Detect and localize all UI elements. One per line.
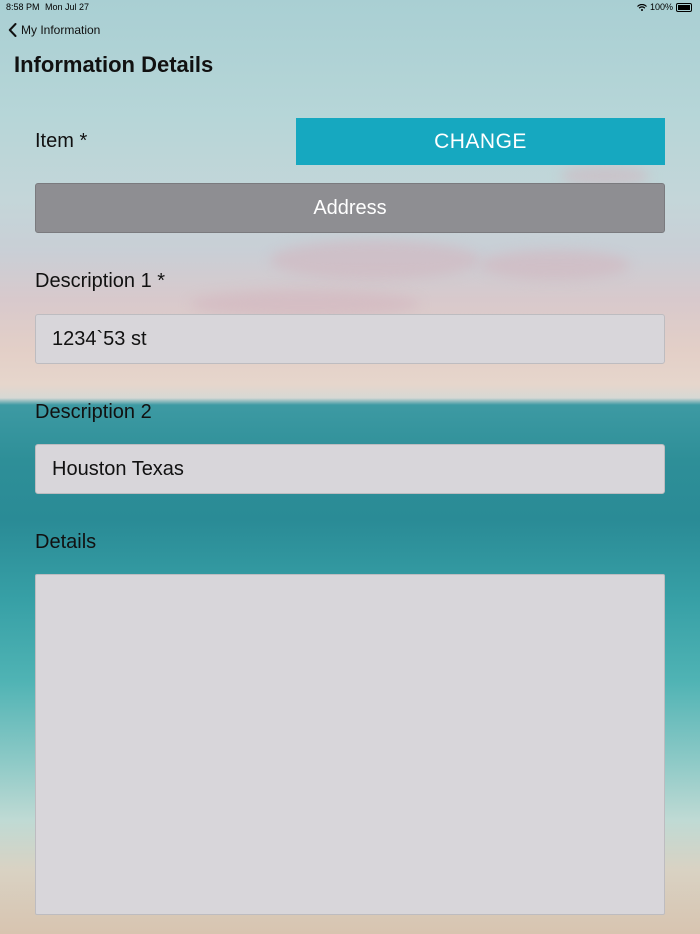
cloud [270, 240, 480, 280]
details-textarea[interactable] [35, 574, 665, 915]
status-date: Mon Jul 27 [45, 2, 90, 12]
battery-percent: 100% [649, 2, 673, 12]
back-label: My Information [21, 23, 101, 37]
battery-icon [676, 2, 692, 12]
cloud [480, 250, 630, 280]
change-button[interactable]: CHANGE [296, 118, 665, 165]
status-time: 8:58 PM [6, 2, 40, 12]
details-label: Details [35, 531, 97, 553]
description1-label: Description 1 * [35, 270, 166, 292]
item-label: Item * [35, 130, 88, 152]
back-button[interactable]: My Information [8, 23, 100, 37]
item-value-button[interactable]: Address [35, 183, 665, 233]
status-indicators: 100% [637, 2, 692, 12]
chevron-left-icon [8, 23, 17, 37]
page-title: Information Details [14, 52, 214, 77]
status-bar: 8:58 PM Mon Jul 27 100% [0, 0, 700, 14]
wifi-icon [637, 3, 647, 11]
description1-input[interactable] [35, 314, 665, 364]
description2-label: Description 2 [35, 401, 152, 423]
description2-input[interactable] [35, 444, 665, 494]
